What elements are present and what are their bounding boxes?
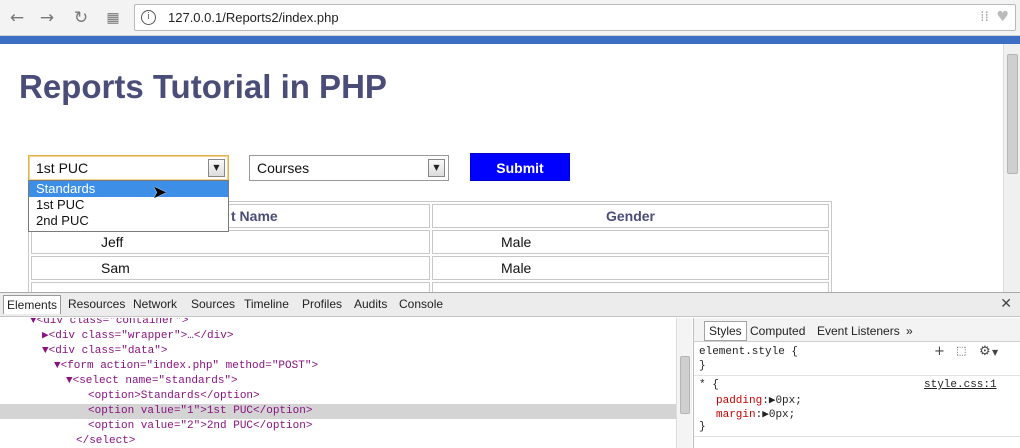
page-scrollbar[interactable] (1003, 44, 1020, 292)
standards-dropdown[interactable]: Standards 1st PUC 2nd PUC (28, 180, 229, 232)
dom-tree[interactable]: ▼<div class="container"> ▶<div class="wr… (0, 318, 692, 448)
dom-node[interactable]: ▼<form action="index.php" method="POST"> (0, 359, 676, 374)
property-value[interactable]: 0px; (775, 395, 801, 407)
dom-node[interactable]: <option value="2">2nd PUC</option> (0, 419, 676, 434)
tab-timeline[interactable]: Timeline (244, 297, 289, 311)
property-value[interactable]: 0px; (769, 409, 795, 421)
mouse-cursor-icon: ➤ (152, 182, 168, 203)
rule-source-link[interactable]: style.css:1 (924, 379, 997, 391)
back-icon[interactable]: ← (7, 8, 27, 28)
gear-icon[interactable]: ⚙ (979, 344, 991, 359)
reload-icon[interactable]: ↻ (71, 8, 91, 28)
divider (694, 375, 1020, 376)
tab-profiles[interactable]: Profiles (302, 297, 342, 311)
chevron-down-icon[interactable]: ▼ (428, 159, 445, 177)
divider (694, 436, 1020, 437)
dom-node[interactable]: ▶<div class="wrapper">…</div> (0, 329, 676, 344)
screen: ← → ↻ ▦ i 127.0.0.1/Reports2/index.php ⁞… (0, 0, 1020, 448)
add-rule-icon[interactable]: + (934, 344, 945, 359)
dom-node[interactable]: </select> (0, 434, 676, 448)
scrollbar-thumb[interactable] (1007, 54, 1018, 174)
tab-resources[interactable]: Resources (68, 297, 125, 311)
standards-select-value: 1st PUC (36, 160, 89, 176)
dom-node[interactable]: <option>Standards</option> (0, 389, 676, 404)
tab-network[interactable]: Network (133, 297, 177, 311)
element-style-close: } (699, 360, 706, 372)
tab-audits[interactable]: Audits (354, 297, 387, 311)
style-property[interactable]: padding:▶0px; (716, 393, 802, 407)
style-property[interactable]: margin:▶0px; (716, 407, 795, 421)
tab-styles[interactable]: Styles (704, 321, 747, 341)
dropdown-option[interactable]: Standards (29, 181, 228, 197)
rule-close: } (699, 421, 706, 433)
rule-selector[interactable]: * { (699, 379, 719, 391)
more-tabs-chevron-icon[interactable]: » (906, 324, 913, 338)
apps-grid-icon[interactable]: ⁞⁞ (980, 9, 989, 25)
url-text[interactable]: 127.0.0.1/Reports2/index.php (168, 10, 339, 25)
browser-toolbar: ← → ↻ ▦ i 127.0.0.1/Reports2/index.php ⁞… (0, 0, 1020, 36)
dom-node-selected[interactable]: <option value="1">1st PUC</option> (0, 404, 676, 419)
tab-console[interactable]: Console (399, 297, 443, 311)
courses-select[interactable]: Courses ▼ (249, 155, 449, 181)
toggle-state-icon[interactable]: ⬚ (956, 344, 966, 357)
dom-node[interactable]: ▼<div class="data"> (0, 344, 676, 359)
tab-computed[interactable]: Computed (750, 324, 805, 338)
apps-icon[interactable]: ▦ (103, 8, 123, 28)
page-viewport: Reports Tutorial in PHP 1st PUC ▼ Course… (0, 44, 1003, 292)
styles-sidebar: Styles Computed Event Listeners » + ⬚ ⚙ … (693, 318, 1020, 448)
element-style-rule[interactable]: element.style { (699, 346, 798, 358)
devtools-panel: Elements Resources Network Sources Timel… (0, 292, 1020, 448)
devtools-tabs: Elements Resources Network Sources Timel… (0, 293, 1020, 317)
close-icon[interactable]: ✕ (1000, 296, 1012, 312)
page-top-strip (0, 36, 1020, 44)
page-title: Reports Tutorial in PHP (19, 68, 387, 105)
scrollbar-thumb[interactable] (680, 356, 690, 414)
property-name[interactable]: margin (716, 409, 756, 421)
tab-elements[interactable]: Elements (3, 295, 62, 314)
tab-sources[interactable]: Sources (191, 297, 235, 311)
tab-event-listeners[interactable]: Event Listeners (817, 324, 900, 338)
property-name[interactable]: padding (716, 395, 762, 407)
forward-icon[interactable]: → (37, 8, 57, 28)
dom-node[interactable]: ▼<select name="standards"> (0, 374, 676, 389)
dropdown-option[interactable]: 1st PUC (29, 197, 228, 213)
chevron-down-icon[interactable]: ▼ (992, 348, 998, 357)
courses-select-value: Courses (257, 160, 310, 176)
submit-button[interactable]: Submit (470, 153, 570, 181)
dom-node[interactable]: ▼<div class="container"> (0, 318, 676, 329)
bookmark-heart-icon[interactable]: ♥ (996, 9, 1009, 25)
address-bar[interactable]: i 127.0.0.1/Reports2/index.php ⁞⁞ ♥ (134, 4, 1016, 31)
dropdown-option[interactable]: 2nd PUC (29, 213, 228, 229)
dom-scrollbar[interactable] (676, 318, 692, 448)
sidebar-tabs: Styles Computed Event Listeners » (694, 318, 1020, 342)
standards-select[interactable]: 1st PUC ▼ (28, 155, 229, 181)
chevron-down-icon[interactable]: ▼ (208, 159, 225, 177)
site-info-icon[interactable]: i (141, 10, 156, 25)
